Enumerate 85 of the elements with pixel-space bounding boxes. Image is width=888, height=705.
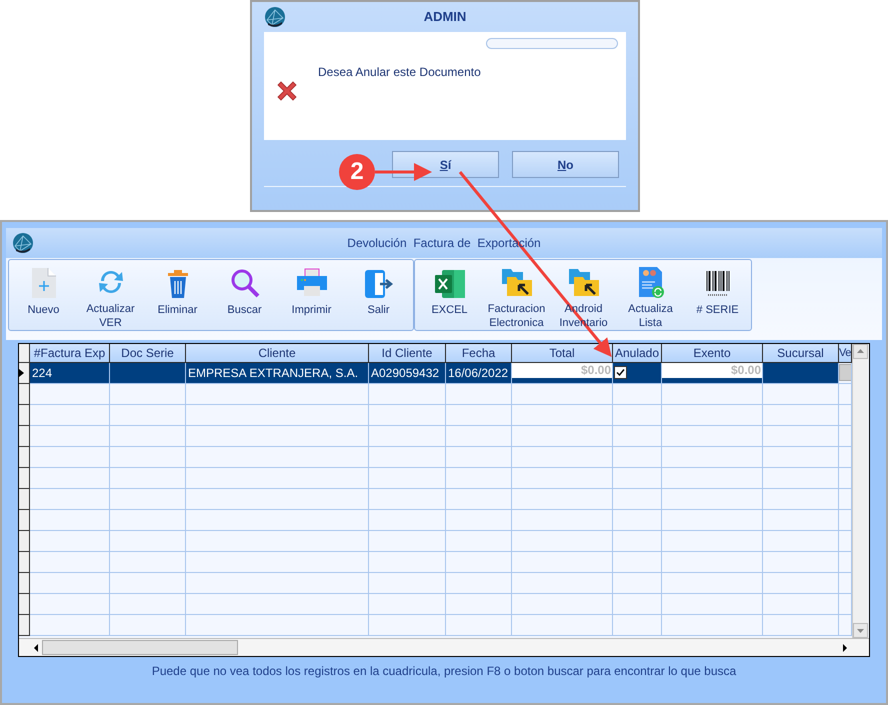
dialog-title: ADMIN bbox=[424, 8, 466, 26]
dialog-message: Desea Anular este Documento bbox=[318, 64, 481, 81]
row-header[interactable] bbox=[19, 594, 30, 615]
table-cell bbox=[446, 489, 512, 510]
globe-icon bbox=[264, 6, 286, 28]
column-header[interactable]: Exento bbox=[662, 344, 763, 363]
row-header[interactable] bbox=[19, 552, 30, 573]
toolbar-button[interactable]: Eliminar bbox=[144, 265, 211, 330]
table-cell bbox=[613, 573, 662, 594]
exit-door-icon bbox=[364, 269, 394, 299]
printer-icon bbox=[296, 267, 328, 299]
folder-cursor-icon bbox=[500, 266, 532, 298]
column-header[interactable]: Sucursal bbox=[763, 344, 839, 363]
toolbar-button[interactable]: Actualizar VER bbox=[77, 265, 144, 330]
table-cell bbox=[613, 447, 662, 468]
column-header[interactable]: Total bbox=[512, 344, 613, 363]
row-header[interactable] bbox=[19, 615, 30, 636]
status-message: Puede que no vea todos los registros en la cuadricula, presion F8 o boton buscar para encontrar lo que busca bbox=[152, 664, 736, 678]
contact-list-icon bbox=[638, 266, 664, 298]
table-cell bbox=[446, 510, 512, 531]
row-header[interactable] bbox=[19, 531, 30, 552]
table-cell bbox=[446, 531, 512, 552]
table-cell: A029059432 bbox=[369, 363, 446, 384]
row-header[interactable] bbox=[19, 468, 30, 489]
table-cell bbox=[613, 489, 662, 510]
column-header[interactable]: Id Cliente bbox=[369, 344, 446, 363]
table-cell bbox=[446, 405, 512, 426]
row-header[interactable] bbox=[19, 363, 30, 384]
scroll-thumb[interactable] bbox=[42, 640, 238, 655]
column-header[interactable]: Ve bbox=[839, 344, 852, 363]
row-header[interactable] bbox=[19, 489, 30, 510]
table-cell bbox=[446, 615, 512, 636]
table-cell bbox=[613, 426, 662, 447]
table-cell: EMPRESA EXTRANJERA, S.A. bbox=[186, 363, 369, 384]
table-cell bbox=[613, 510, 662, 531]
row-header[interactable] bbox=[19, 447, 30, 468]
corner-header bbox=[19, 344, 30, 363]
row-header[interactable] bbox=[19, 384, 30, 405]
toolbar-button[interactable]: Salir bbox=[345, 265, 412, 330]
table-cell bbox=[613, 552, 662, 573]
barcode-icon bbox=[704, 269, 730, 299]
value-field: $0.00 bbox=[662, 363, 762, 378]
checkbox[interactable] bbox=[614, 366, 627, 379]
dialog-button[interactable]: Sí bbox=[392, 151, 499, 178]
table-cell bbox=[446, 573, 512, 594]
toolbar-button[interactable]: Buscar bbox=[211, 265, 278, 330]
spreadsheet-icon bbox=[434, 269, 466, 299]
row-header[interactable] bbox=[19, 426, 30, 447]
globe-icon bbox=[12, 232, 34, 254]
table-cell bbox=[446, 468, 512, 489]
table-cell bbox=[613, 531, 662, 552]
row-header[interactable] bbox=[19, 405, 30, 426]
table-cell bbox=[613, 405, 662, 426]
vertical-scrollbar[interactable] bbox=[852, 344, 868, 638]
table-cell bbox=[446, 384, 512, 405]
toolbar-button[interactable]: EXCEL bbox=[416, 265, 483, 330]
horizontal-scrollbar[interactable] bbox=[19, 638, 869, 656]
toolbar-button[interactable]: # SERIE bbox=[684, 265, 751, 330]
column-header[interactable]: Anulado bbox=[613, 344, 662, 363]
table-cell bbox=[613, 594, 662, 615]
toolbar-button[interactable]: Nuevo bbox=[10, 265, 77, 330]
column-header[interactable]: #Factura Exp bbox=[30, 344, 110, 363]
toolbar-button[interactable]: Facturacion Electronica bbox=[483, 265, 550, 330]
row-header[interactable] bbox=[19, 573, 30, 594]
scroll-up-icon[interactable] bbox=[853, 344, 868, 359]
annotation-arrow bbox=[375, 163, 432, 181]
table-cell bbox=[613, 468, 662, 489]
column-header[interactable]: Cliente bbox=[186, 344, 369, 363]
value-field: $0.00 bbox=[512, 363, 612, 378]
toolbar-button[interactable]: Actualiza Lista bbox=[617, 265, 684, 330]
table-cell bbox=[446, 426, 512, 447]
table-cell: 16/06/2022 bbox=[446, 363, 512, 384]
table-cell: 224 bbox=[30, 363, 110, 384]
dialog-button[interactable]: No bbox=[512, 151, 619, 178]
column-header[interactable]: Fecha bbox=[446, 344, 512, 363]
new-document-icon bbox=[30, 267, 56, 299]
row-header[interactable] bbox=[19, 510, 30, 531]
table-cell bbox=[446, 447, 512, 468]
column-header[interactable]: Doc Serie bbox=[110, 344, 186, 363]
folder-cursor-icon bbox=[568, 266, 600, 298]
table-cell bbox=[446, 552, 512, 573]
table-cell bbox=[613, 615, 662, 636]
table-cell bbox=[446, 594, 512, 615]
search-icon bbox=[228, 267, 260, 299]
toolbar-button[interactable]: Imprimir bbox=[278, 265, 345, 330]
